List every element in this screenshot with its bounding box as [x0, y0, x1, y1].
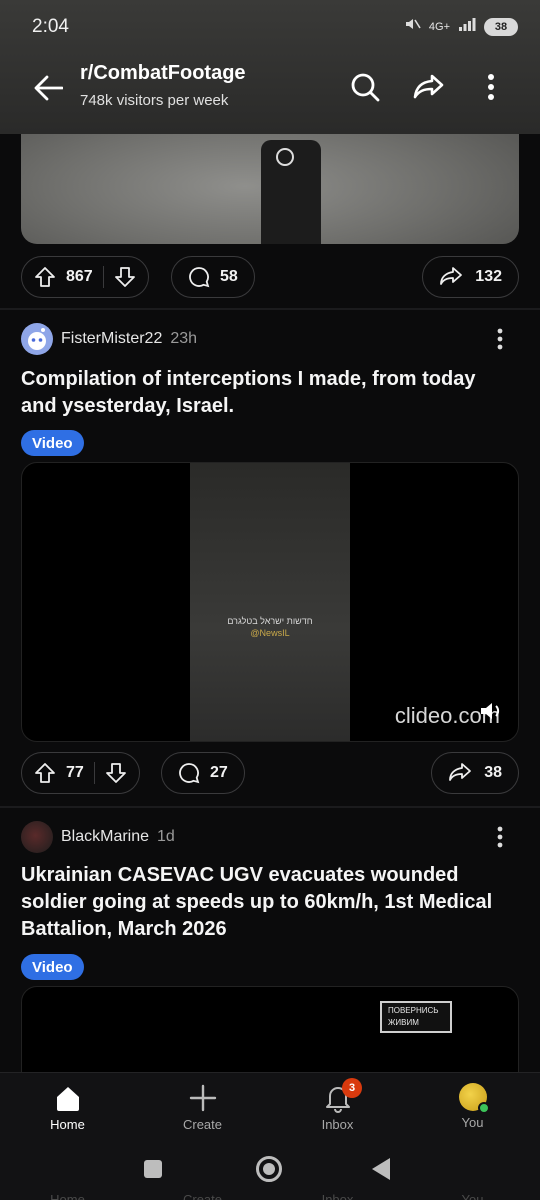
more-vertical-icon [497, 826, 503, 848]
app-header: r/CombatFootage 748k visitors per week [0, 56, 540, 122]
search-button[interactable] [342, 64, 388, 110]
volume-button[interactable] [478, 697, 506, 725]
post-age: 1d [157, 828, 175, 845]
online-status-dot [477, 1102, 490, 1114]
share-button[interactable] [406, 64, 452, 110]
downvote-icon[interactable] [105, 762, 127, 784]
home-icon [56, 1087, 79, 1111]
crosshair-icon [276, 148, 294, 166]
mute-icon [403, 16, 421, 37]
share-icon [448, 762, 472, 784]
more-vertical-icon [497, 328, 503, 350]
share-post-button[interactable]: 38 [431, 752, 519, 794]
arrow-left-icon [34, 75, 63, 101]
ghost-you: You [461, 1192, 484, 1200]
post-age: 23h [170, 330, 198, 347]
battery-icon: 38 [484, 17, 518, 36]
back-system-icon[interactable] [372, 1158, 390, 1180]
upvote-count: 867 [66, 268, 93, 285]
signal-icon [458, 16, 476, 37]
flair-video[interactable]: Video [21, 954, 84, 980]
plus-icon [189, 1084, 216, 1112]
post-title[interactable]: Compilation of interceptions I made, fro… [21, 366, 511, 420]
top-overlay: 2:04 4G+ 38 r/CombatFootage 748k visitor… [0, 0, 540, 134]
upvote-icon[interactable] [34, 266, 56, 288]
flair-video[interactable]: Video [21, 430, 84, 456]
avatar [458, 1083, 490, 1114]
comment-icon [188, 266, 210, 288]
video-frame: חדשות ישראל בטלגרם @NewsIL [190, 463, 350, 741]
inbox-badge: 3 [342, 1078, 362, 1098]
bottom-nav: Home Create 3 Inbox You [0, 1072, 540, 1142]
share-count: 132 [475, 268, 502, 285]
post-meta: BlackMarine 1d [21, 820, 519, 854]
downvote-icon[interactable] [114, 266, 136, 288]
status-time: 2:04 [32, 16, 69, 37]
status-bar: 2:04 4G+ 38 [0, 0, 540, 56]
vote-pill: 867 [21, 256, 149, 298]
network-type: 4G+ [428, 20, 450, 33]
search-icon [351, 73, 380, 102]
status-icons: 4G+ 38 [403, 16, 518, 37]
subreddit-title[interactable]: r/CombatFootage [80, 62, 246, 85]
vote-pill: 77 [21, 752, 140, 794]
nav-inbox[interactable]: 3 Inbox [270, 1073, 405, 1143]
ghost-home: Home [50, 1192, 85, 1200]
video-caption-line2: @NewsIL [250, 628, 290, 638]
post-author[interactable]: BlackMarine [61, 828, 149, 846]
post-more-button[interactable] [485, 324, 515, 354]
more-vertical-icon [488, 74, 494, 100]
home-system-icon[interactable] [256, 1156, 282, 1182]
nav-create[interactable]: Create [135, 1073, 270, 1143]
nav-create-label: Create [182, 1117, 223, 1132]
comment-count: 58 [220, 268, 238, 285]
post-separator [0, 308, 540, 310]
more-button[interactable] [468, 64, 514, 110]
video-player[interactable]: חדשות ישראל בטלגרם @NewsIL clideo.com [21, 462, 519, 742]
comments-button[interactable]: 58 [171, 256, 255, 298]
comments-button[interactable]: 27 [161, 752, 245, 794]
post-actions: 867 58 132 [21, 256, 519, 298]
share-post-button[interactable]: 132 [422, 256, 519, 298]
recents-icon[interactable] [144, 1160, 162, 1178]
post-separator [0, 806, 540, 808]
subreddit-visitors: 748k visitors per week [80, 92, 229, 109]
video-caption-line1: חדשות ישראל בטלגרם [227, 616, 313, 626]
share-count: 38 [484, 764, 502, 781]
volume-icon [481, 703, 500, 719]
divider [93, 762, 95, 784]
share-icon [439, 266, 463, 288]
post-actions: 77 27 38 [21, 752, 519, 794]
avatar[interactable] [21, 821, 53, 853]
share-icon [413, 74, 444, 99]
video-poster-badge: ПОВЕРНИСЬ ЖИВИМ [380, 1001, 452, 1033]
system-nav: Home Create Inbox You [0, 1142, 540, 1200]
divider [102, 266, 104, 288]
nav-home[interactable]: Home [0, 1073, 135, 1143]
ghost-inbox: Inbox [321, 1192, 354, 1200]
post-author[interactable]: FisterMister22 [61, 330, 162, 348]
ghost-nav-labels: Home Create Inbox You [0, 1192, 540, 1200]
post-title[interactable]: Ukrainian CASEVAC UGV evacuates wounded … [21, 862, 511, 943]
post-more-button[interactable] [485, 822, 515, 852]
nav-inbox-label: Inbox [321, 1117, 354, 1132]
comment-icon [178, 762, 200, 784]
avatar[interactable] [21, 323, 53, 355]
upvote-count: 77 [66, 764, 84, 781]
ghost-create: Create [182, 1192, 223, 1200]
upvote-icon[interactable] [34, 762, 56, 784]
comment-count: 27 [210, 764, 228, 781]
back-button[interactable] [26, 66, 70, 110]
post-meta: FisterMister22 23h [21, 322, 519, 356]
nav-home-label: Home [50, 1117, 85, 1132]
nav-you-label: You [461, 1115, 484, 1130]
nav-you[interactable]: You [405, 1073, 540, 1143]
video-caption: חדשות ישראל בטלגרם @NewsIL [190, 615, 350, 639]
